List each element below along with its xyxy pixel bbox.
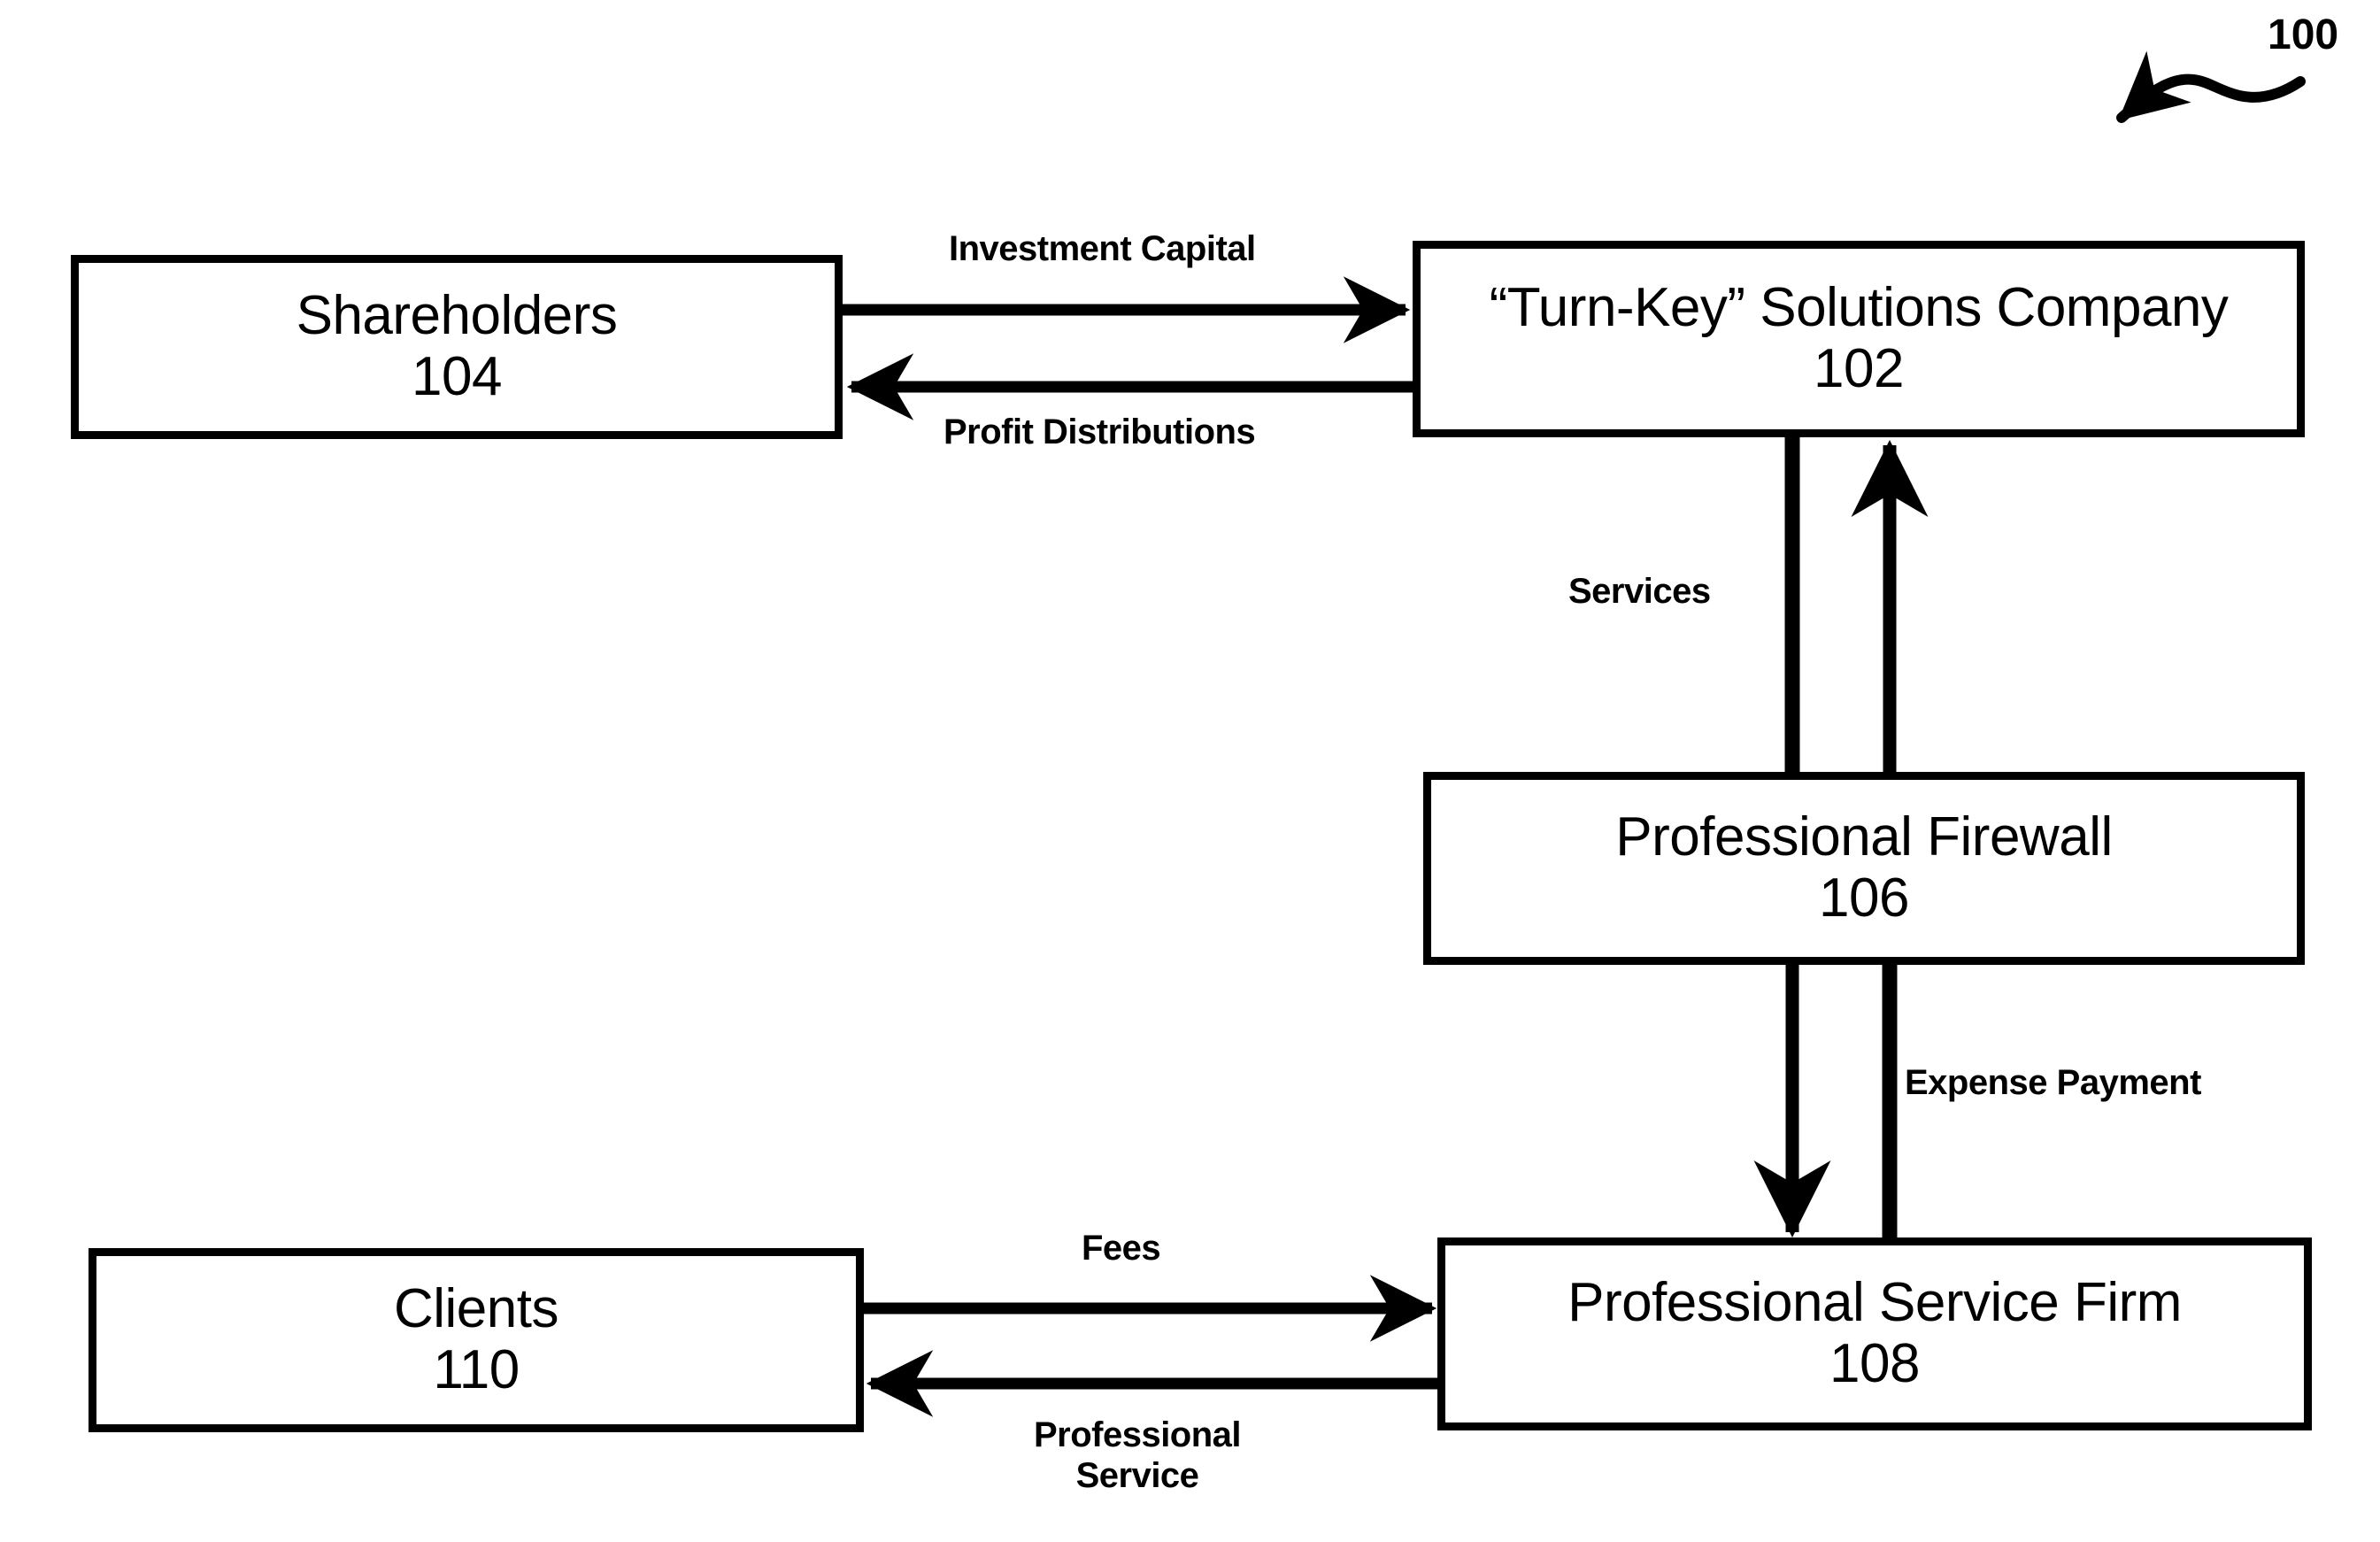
node-professional-firewall[interactable]: Professional Firewall 106 [1423,772,2305,965]
figure-callout-arrow-icon [2116,50,2306,123]
node-firewall-title: Professional Firewall [1615,806,2113,867]
node-turnkey-solutions-company[interactable]: “Turn-Key” Solutions Company 102 [1413,241,2305,437]
edge-label-fees: Fees [1082,1229,1161,1268]
node-professional-service-firm[interactable]: Professional Service Firm 108 [1437,1237,2312,1430]
node-shareholders-title: Shareholders [296,284,618,346]
edge-label-expense-payment: Expense Payment [1905,1063,2201,1102]
node-turnkey-title: “Turn-Key” Solutions Company [1489,276,2229,338]
node-shareholders-ref: 104 [412,345,502,407]
node-psf-ref: 108 [1829,1332,1920,1394]
node-firewall-ref: 106 [1819,867,1909,929]
edge-label-professional-service: Professional Service [1009,1415,1266,1496]
edge-label-services: Services [1568,572,1711,611]
edge-label-professional-service-line2: Service [1075,1456,1199,1495]
patent-figure: 100 Shareholders 104 “Turn-Key” Solution… [0,0,2380,1542]
figure-number: 100 [2268,12,2339,58]
node-psf-title: Professional Service Firm [1567,1271,2182,1333]
edge-label-investment-capital: Investment Capital [949,229,1256,268]
node-turnkey-ref: 102 [1814,337,1904,399]
node-clients[interactable]: Clients 110 [89,1248,864,1432]
edge-label-profit-distributions: Profit Distributions [944,412,1256,451]
edge-label-professional-service-line1: Professional [1033,1415,1242,1454]
node-shareholders[interactable]: Shareholders 104 [71,255,843,439]
node-clients-title: Clients [393,1277,559,1339]
node-clients-ref: 110 [433,1338,520,1400]
